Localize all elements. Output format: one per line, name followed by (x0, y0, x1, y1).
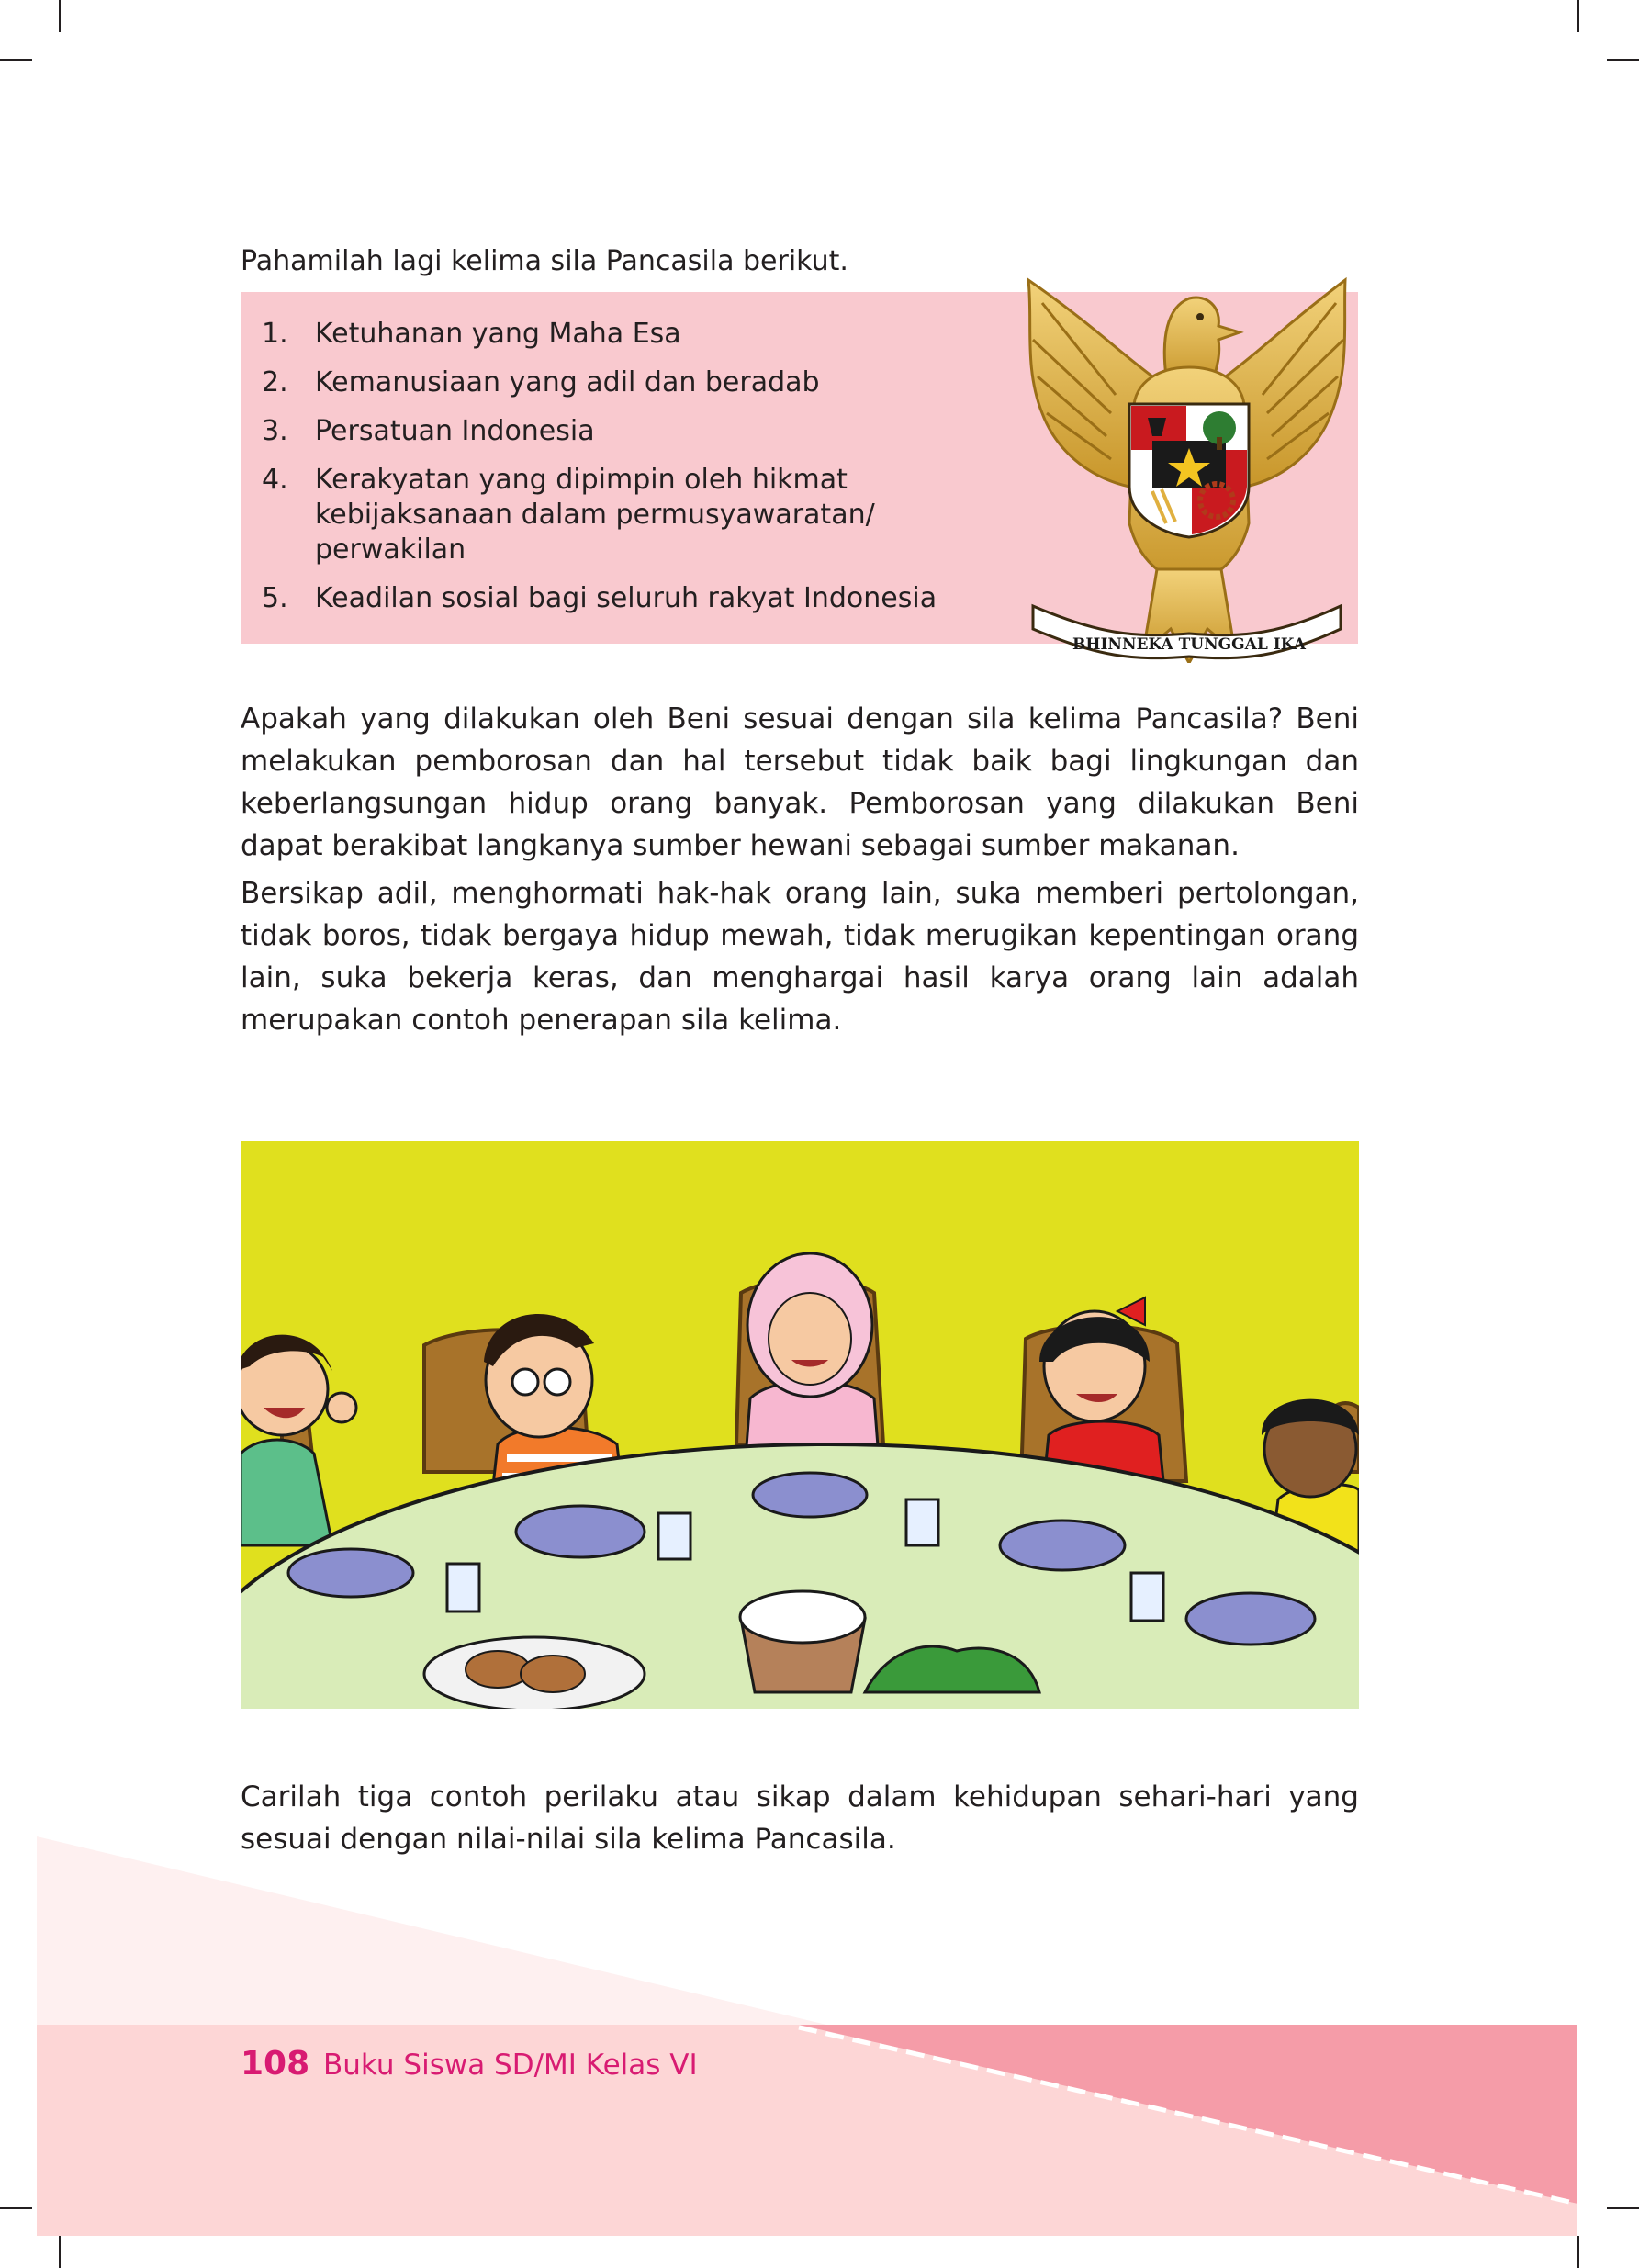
book-title: Buku Siswa SD/MI Kelas VI (323, 2049, 698, 2082)
page-number: 108 (241, 2045, 310, 2083)
footer-background (37, 1836, 1578, 2236)
